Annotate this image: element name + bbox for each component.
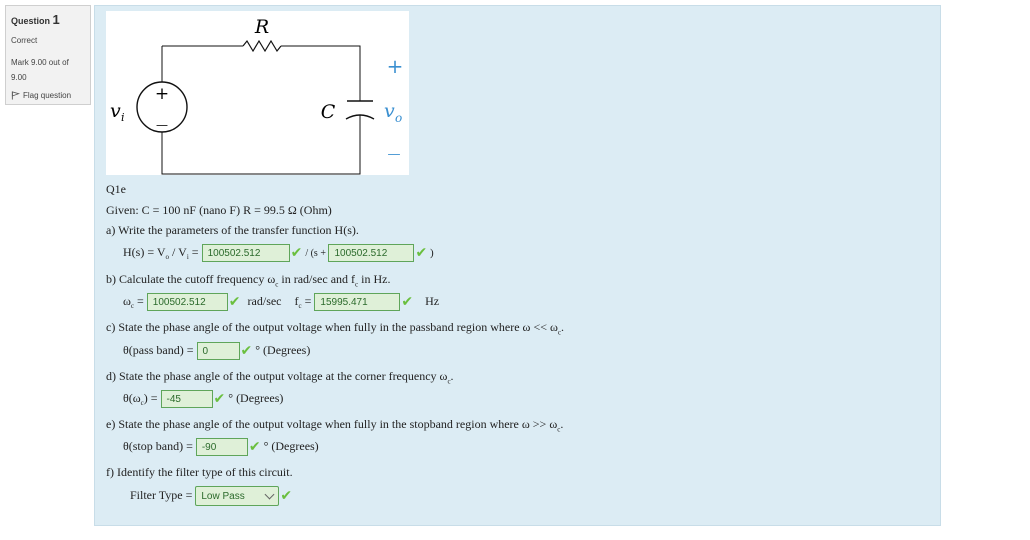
flag-question-link[interactable]: Flag question: [11, 91, 85, 100]
correct-check-icon: ✔: [213, 391, 226, 407]
part-b-text-pre: b) Calculate the cutoff frequency ω: [106, 272, 276, 286]
corner-phase-input[interactable]: -45: [160, 390, 213, 408]
part-d-text: d) State the phase angle of the output v…: [106, 369, 454, 385]
given-values: Given: C = 100 nF (nano F) R = 99.5 Ω (O…: [106, 203, 332, 217]
grade-line-1: Mark 9.00 out of: [11, 58, 69, 67]
passband-phase-input[interactable]: 0: [196, 342, 240, 360]
resistor-label: R: [254, 16, 269, 38]
question-state: Correct: [11, 36, 38, 45]
output-label-sub: o: [395, 111, 402, 125]
correct-check-icon: ✔: [280, 488, 293, 504]
output-minus: —: [388, 147, 401, 162]
omega-label: ω: [123, 293, 131, 308]
degrees-unit: ° (Degrees): [228, 390, 284, 405]
capacitor-label: C: [321, 101, 336, 123]
close-paren: ): [427, 246, 434, 259]
correct-check-icon: ✔: [415, 245, 428, 261]
denominator-prefix: / (s +: [305, 247, 329, 259]
part-d-text-pre: d) State the phase angle of the output v…: [106, 369, 448, 383]
source-plus: +: [155, 84, 169, 104]
hz-unit: Hz: [425, 293, 440, 308]
cutoff-frequency-input[interactable]: 15995.471: [314, 293, 401, 311]
transfer-function-label: H(s) = V: [123, 244, 166, 259]
question-title: Q1e: [106, 182, 126, 196]
output-label: v: [384, 100, 395, 122]
part-b-text: b) Calculate the cutoff frequency ωc in …: [106, 272, 390, 288]
flag-icon: [11, 91, 20, 100]
question-grade: Mark 9.00 out of 9.00: [11, 55, 85, 85]
part-e-text-pre: e) State the phase angle of the output v…: [106, 417, 558, 431]
transfer-function-mid: / V: [169, 244, 187, 259]
stopband-label: θ(stop band) =: [123, 438, 193, 453]
part-b-text-mid: in rad/sec and f: [278, 272, 356, 286]
resistor-symbol: [242, 39, 282, 53]
corner-label-post: ) =: [143, 390, 158, 405]
correct-check-icon: ✔: [228, 294, 241, 310]
rc-circuit-diagram: R C + — v i + — v o: [106, 11, 409, 175]
part-e-text-post: .: [560, 417, 564, 431]
question-info-panel: Question 1 Correct Mark 9.00 out of 9.00…: [5, 5, 91, 105]
part-c-text-pre: c) State the phase angle of the output v…: [106, 320, 558, 334]
filter-type-selected: Low Pass: [201, 490, 245, 502]
numerator-input[interactable]: 100502.512: [201, 244, 290, 262]
correct-check-icon: ✔: [401, 294, 414, 310]
source-label-sub: i: [121, 111, 125, 124]
corner-label: θ(ω: [123, 390, 141, 405]
source-minus: —: [156, 118, 168, 132]
part-c-row: θ(pass band) = 0 ✔ ° (Degrees): [123, 342, 310, 360]
passband-label: θ(pass band) =: [123, 342, 194, 357]
question-number: Question 1: [11, 12, 85, 27]
part-b-row: ωc = 100502.512 ✔ rad/sec fc = 15995.471 ✔…: [123, 293, 439, 311]
part-e-text: e) State the phase angle of the output v…: [106, 417, 563, 433]
source-label: v: [110, 100, 121, 122]
cutoff-omega-input[interactable]: 100502.512: [146, 293, 228, 311]
equals-sign: =: [188, 244, 199, 259]
correct-check-icon: ✔: [248, 439, 261, 455]
part-d-row: θ(ωc) = -45 ✔ ° (Degrees): [123, 390, 283, 408]
question-number-value: 1: [52, 12, 60, 27]
part-c-text-post: .: [560, 320, 564, 334]
part-f-row: Filter Type = Low Pass ✔: [130, 486, 292, 506]
stopband-phase-input[interactable]: -90: [195, 438, 248, 456]
part-e-row: θ(stop band) = -90 ✔ ° (Degrees): [123, 438, 319, 456]
rad-sec-unit: rad/sec: [247, 293, 282, 308]
output-plus: +: [387, 54, 404, 78]
correct-check-icon: ✔: [290, 245, 303, 261]
flag-question-label: Flag question: [23, 91, 72, 100]
part-f-text: f) Identify the filter type of this circ…: [106, 465, 293, 479]
omega-eq: =: [134, 293, 144, 308]
degrees-unit: ° (Degrees): [255, 342, 311, 357]
correct-check-icon: ✔: [240, 343, 253, 359]
part-a-row: H(s) = Vo / Vi = 100502.512 ✔ / (s + 1005…: [123, 244, 434, 262]
part-c-text: c) State the phase angle of the output v…: [106, 320, 564, 336]
pole-input[interactable]: 100502.512: [328, 244, 415, 262]
grade-line-2: 9.00: [11, 73, 27, 82]
freq-eq: =: [301, 293, 312, 308]
question-label: Question: [11, 16, 51, 26]
filter-type-label: Filter Type =: [130, 487, 193, 502]
question-content: R C + — v i + — v o Q1e Given: C = 100 n…: [94, 5, 941, 526]
part-b-text-post: in Hz.: [358, 272, 391, 286]
part-a-text: a) Write the parameters of the transfer …: [106, 223, 359, 237]
chevron-down-icon: [264, 489, 275, 500]
degrees-unit: ° (Degrees): [263, 438, 319, 453]
part-d-text-post: .: [450, 369, 454, 383]
filter-type-select[interactable]: Low Pass: [195, 486, 280, 506]
